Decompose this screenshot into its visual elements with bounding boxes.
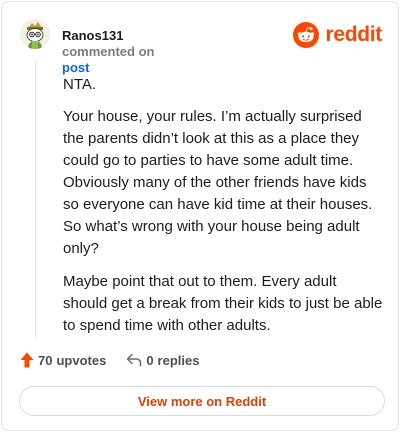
reddit-logo-icon [293,22,320,48]
action-text: commented on [62,44,155,59]
upvote-arrow-icon [20,352,34,368]
comment-header: Ranos131 commented on post reddit [2,2,398,75]
upvote-button[interactable]: 70 upvotes [20,352,106,368]
comment-paragraph: Maybe point that out to them. Every adul… [63,273,383,334]
comment-meta: Ranos131 commented on post [62,28,154,76]
post-link[interactable]: post [62,60,89,75]
comment-paragraph: Your house, your rules. I’m actually sur… [63,108,373,257]
upvote-label: upvotes [56,352,107,368]
view-more-button[interactable]: View more on Reddit [19,386,385,416]
replies-button[interactable]: 0 replies [126,353,199,368]
reddit-brand[interactable]: reddit [293,22,382,48]
reddit-wordmark: reddit [325,23,382,46]
thread-line [35,62,36,338]
user-avatar[interactable] [20,19,50,49]
reply-label: replies [157,352,200,368]
username[interactable]: Ranos131 [62,28,123,43]
upvote-count: 70 [38,352,53,368]
snoo-avatar-icon [20,19,50,49]
reply-icon [127,353,142,367]
comment-actions: 70 upvotes 0 replies [20,350,199,370]
embedded-comment-card: Ranos131 commented on post reddit NTA. Y… [1,1,399,431]
comment-paragraph: NTA. [63,76,97,93]
comment-body: NTA. Your house, your rules. I’m actuall… [63,74,383,348]
reply-count: 0 [146,352,154,368]
